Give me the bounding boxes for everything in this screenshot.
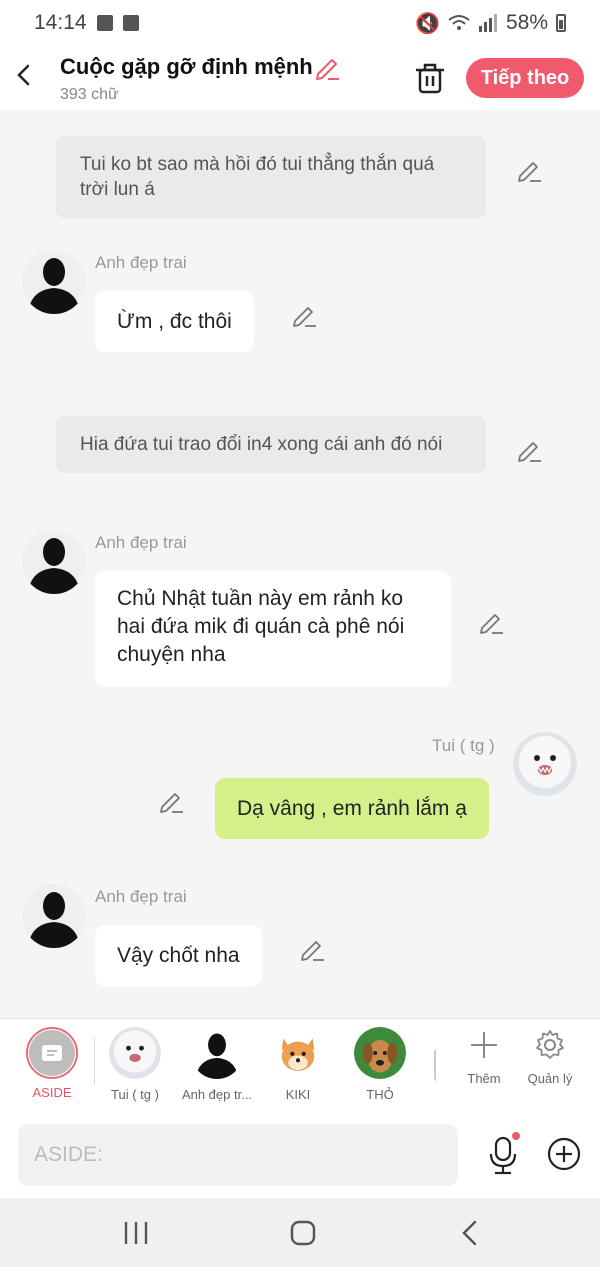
- message-bubble[interactable]: Ừm , đc thôi: [95, 291, 254, 352]
- character-avatar: [109, 1027, 161, 1079]
- system-nav-bar: [0, 1198, 600, 1267]
- edit-icon[interactable]: [478, 608, 504, 634]
- more-characters-peek: [434, 1049, 440, 1081]
- character-label: Anh đẹp tr...: [181, 1087, 253, 1102]
- aside-avatar-fill: [29, 1030, 75, 1076]
- gallery-icon: [96, 15, 113, 31]
- edit-icon[interactable]: [299, 935, 325, 961]
- composer: [0, 1112, 600, 1198]
- character-label: THỎ: [366, 1087, 394, 1102]
- message-bubble[interactable]: Chủ Nhật tuần này em rảnh ko hai đứa mik…: [95, 571, 451, 687]
- edit-icon[interactable]: [291, 301, 317, 327]
- avatar[interactable]: [22, 884, 86, 948]
- character-label: KIKI: [285, 1087, 311, 1102]
- add-circle-icon[interactable]: [546, 1136, 582, 1172]
- message-input[interactable]: [18, 1124, 458, 1186]
- microphone-icon[interactable]: [486, 1132, 520, 1176]
- manage-label: Quản lý: [527, 1071, 573, 1086]
- back-nav-icon[interactable]: [450, 1216, 490, 1250]
- battery-icon: [556, 14, 566, 32]
- checkbox-icon: [122, 15, 139, 31]
- gear-icon: [536, 1030, 564, 1059]
- character-avatar: [354, 1027, 406, 1079]
- edit-icon[interactable]: [158, 787, 184, 813]
- message-bubble[interactable]: Vậy chốt nha: [95, 925, 262, 986]
- avatar[interactable]: [22, 530, 86, 594]
- sender-name: Anh đẹp trai: [95, 887, 187, 906]
- story-title[interactable]: Cuộc gặp gỡ định mệnh: [60, 54, 313, 80]
- character-kiki[interactable]: KIKI: [270, 1027, 326, 1102]
- white-furry-avatar-icon: [513, 732, 577, 796]
- chat-area[interactable]: Tui ko bt sao mà hồi đó tui thẳng thắn q…: [0, 110, 600, 1018]
- sender-name: Anh đẹp trai: [95, 253, 187, 272]
- aside-avatar: [26, 1027, 78, 1079]
- mute-icon: 🔇: [415, 12, 440, 35]
- my-avatar[interactable]: [513, 732, 577, 796]
- character-anh-dep-trai[interactable]: Anh đẹp tr...: [178, 1027, 256, 1102]
- character-selector: ASIDE Tui ( tg ) Anh đẹp tr... KIKI THỎ …: [0, 1018, 600, 1112]
- silhouette-avatar-icon: [22, 530, 86, 594]
- shiba-dog-avatar-icon: [272, 1027, 324, 1079]
- battery-percent: 58%: [505, 11, 548, 34]
- narration-message[interactable]: Tui ko bt sao mà hồi đó tui thẳng thắn q…: [56, 136, 486, 218]
- character-tui[interactable]: Tui ( tg ): [103, 1027, 167, 1102]
- divider: [94, 1037, 95, 1085]
- character-label: ASIDE: [32, 1085, 72, 1100]
- narration-message[interactable]: Hia đứa tui trao đổi in4 xong cái anh đó…: [56, 416, 486, 473]
- home-icon[interactable]: [283, 1216, 323, 1250]
- character-tho[interactable]: THỎ: [352, 1027, 408, 1102]
- character-avatar: [191, 1027, 243, 1079]
- back-arrow-icon[interactable]: [12, 60, 36, 90]
- avatar[interactable]: [22, 250, 86, 314]
- sender-name: Anh đẹp trai: [95, 533, 187, 552]
- status-bar: 14:14 🔇 58%: [0, 0, 600, 46]
- manage-characters-button[interactable]: Quản lý: [524, 1029, 576, 1086]
- trash-icon[interactable]: [412, 60, 448, 96]
- note-icon: [42, 1045, 62, 1061]
- edit-icon[interactable]: [516, 436, 542, 462]
- sender-name: Tui ( tg ): [432, 736, 495, 755]
- character-label: Tui ( tg ): [111, 1087, 159, 1102]
- silhouette-avatar-icon: [22, 250, 86, 314]
- character-aside[interactable]: ASIDE: [22, 1027, 82, 1100]
- character-avatar: [272, 1027, 324, 1079]
- plus-icon: [471, 1032, 497, 1058]
- dog-avatar-icon: [354, 1027, 406, 1079]
- word-count: 393 chữ: [60, 86, 119, 103]
- silhouette-avatar-icon: [22, 884, 86, 948]
- signal-icon: [478, 14, 497, 32]
- add-character-button[interactable]: Thêm: [460, 1029, 508, 1086]
- edit-icon[interactable]: [516, 156, 542, 182]
- recent-apps-icon[interactable]: [116, 1216, 156, 1250]
- next-button[interactable]: Tiếp theo: [466, 58, 584, 98]
- story-header: Cuộc gặp gỡ định mệnh 393 chữ Tiếp theo: [0, 46, 600, 110]
- wifi-icon: [448, 15, 470, 30]
- status-time: 14:14: [34, 11, 87, 34]
- silhouette-avatar-icon: [191, 1027, 243, 1079]
- add-label: Thêm: [467, 1071, 501, 1086]
- white-furry-avatar-icon: [109, 1027, 161, 1079]
- edit-title-icon[interactable]: [314, 54, 340, 80]
- my-message-bubble[interactable]: Dạ vâng , em rảnh lắm ạ: [215, 778, 489, 839]
